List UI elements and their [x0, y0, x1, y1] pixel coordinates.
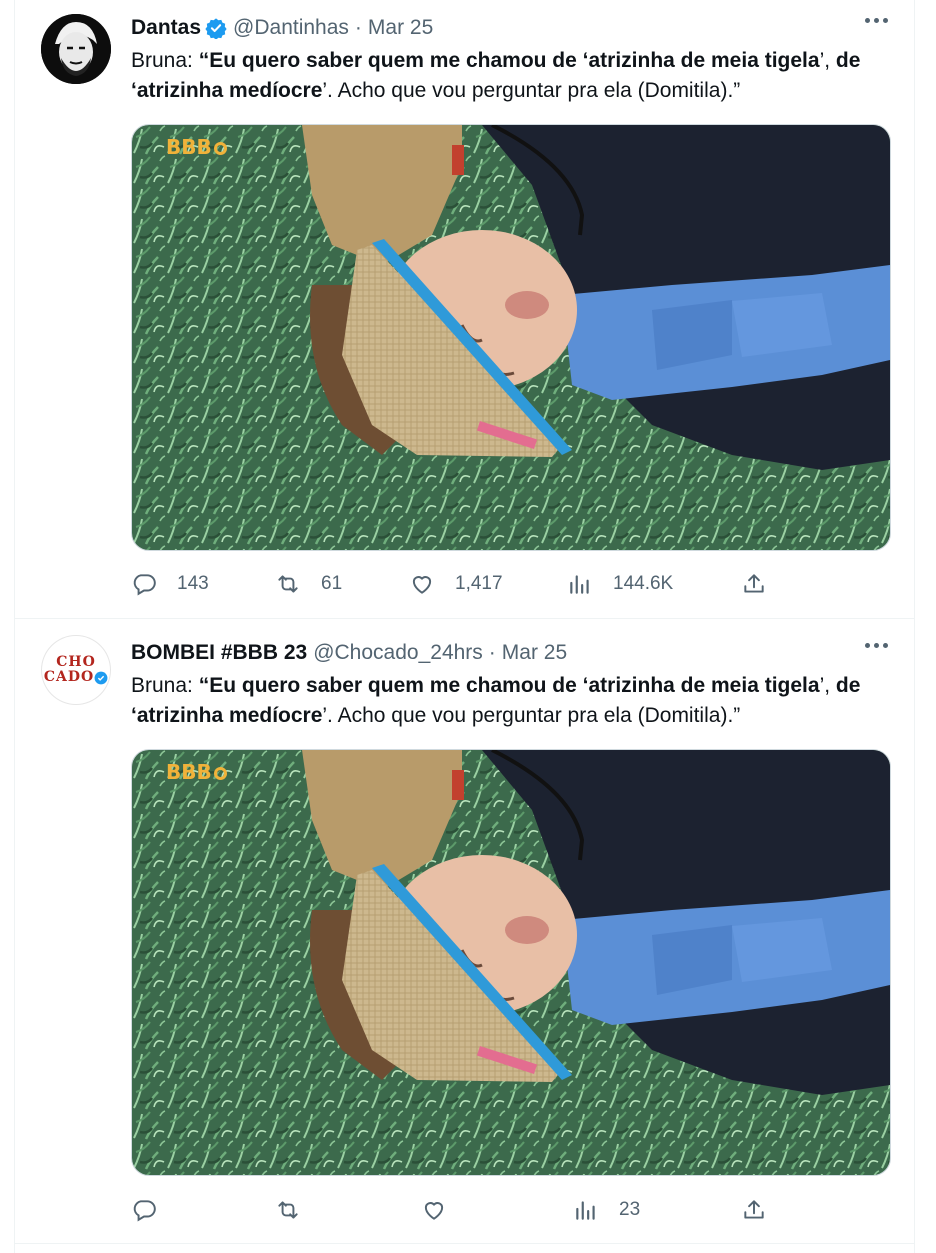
- tweet-text-plain-2: ’. Acho que vou perguntar pra ela (Domit…: [322, 704, 741, 727]
- separator-dot: ·: [488, 641, 496, 664]
- views-button[interactable]: 144.6K: [567, 568, 673, 600]
- author-handle[interactable]: @Chocado_24hrs: [313, 641, 483, 665]
- media-watermark: BBB: [166, 135, 227, 159]
- separator-dot: ·: [354, 16, 362, 39]
- tweet-text-bold-1: Eu quero saber quem me chamou de ‘atrizi…: [209, 49, 820, 72]
- author-name[interactable]: BOMBEI #BBB 23: [131, 641, 307, 665]
- retweet-button[interactable]: [275, 1194, 301, 1226]
- tweet[interactable]: CHO CADO BOMBEI #BBB 23 @Chocado_24hrs ·…: [15, 619, 914, 1244]
- author-name[interactable]: Dantas: [131, 16, 201, 40]
- avatar[interactable]: [41, 14, 111, 84]
- tweet-text-speaker: Bruna:: [131, 49, 193, 72]
- tweet[interactable]: Dantas @Dantinhas · Mar 25 Bruna: “Eu qu…: [15, 0, 914, 619]
- tweet-text-plain-2: ’. Acho que vou perguntar pra ela (Domit…: [322, 79, 741, 102]
- reply-icon: [133, 574, 156, 596]
- views-button[interactable]: 23: [573, 1194, 640, 1226]
- avatar-verified-icon: [94, 671, 108, 684]
- tweet-text-bold-1: Eu quero saber quem me chamou de ‘atrizi…: [209, 674, 820, 697]
- avatar-text-line-1: CHO: [56, 654, 96, 670]
- tweet-header: BOMBEI #BBB 23 @Chocado_24hrs · Mar 25: [131, 639, 567, 667]
- tweet-date[interactable]: Mar 25: [368, 16, 433, 40]
- tweet-text-open-quote: “: [198, 674, 210, 697]
- share-button[interactable]: [741, 568, 767, 600]
- heart-icon: [412, 576, 432, 594]
- views-count: 23: [619, 1199, 641, 1220]
- retweet-button[interactable]: 61: [275, 568, 342, 600]
- retweet-icon: [278, 575, 298, 593]
- verified-badge-icon: [205, 17, 227, 39]
- views-count: 144.6K: [613, 573, 674, 594]
- like-count: 1,417: [455, 573, 503, 594]
- media-watermark: BBB: [166, 760, 227, 784]
- timeline: Dantas @Dantinhas · Mar 25 Bruna: “Eu qu…: [14, 0, 915, 1253]
- tweet-text: Bruna: “Eu quero saber quem me chamou de…: [131, 671, 891, 731]
- tweet-text-plain-1: ’,: [819, 49, 836, 72]
- share-button[interactable]: [741, 1194, 767, 1226]
- more-dots-icon[interactable]: [865, 643, 888, 648]
- more-dots-icon[interactable]: [865, 18, 888, 23]
- tweet-media-image[interactable]: BBB: [131, 749, 891, 1176]
- tweet-text: Bruna: “Eu quero saber quem me chamou de…: [131, 46, 891, 106]
- tweet-actions: 23: [131, 1194, 891, 1226]
- tweet-text-speaker: Bruna:: [131, 674, 193, 697]
- retweet-icon: [278, 1201, 298, 1219]
- share-icon: [744, 574, 764, 593]
- reply-icon: [133, 1200, 156, 1222]
- tweet-date[interactable]: Mar 25: [502, 641, 567, 665]
- views-chart-icon: [570, 575, 589, 594]
- tweet-actions: 143 61 1,417 144.6K: [131, 568, 891, 600]
- tweet-text-plain-1: ’,: [819, 674, 836, 697]
- avatar-text-line-2: CADO: [43, 669, 95, 685]
- tweet-header: Dantas @Dantinhas · Mar 25: [131, 14, 433, 42]
- retweet-count: 61: [321, 573, 343, 594]
- reply-count: 143: [177, 573, 209, 594]
- like-button[interactable]: 1,417: [409, 568, 503, 600]
- share-icon: [744, 1200, 764, 1219]
- views-chart-icon: [576, 1201, 595, 1220]
- tweet-media-image[interactable]: BBB: [131, 124, 891, 551]
- reply-button[interactable]: 143: [131, 568, 209, 600]
- tweet-text-open-quote: “: [198, 49, 210, 72]
- reply-button[interactable]: [131, 1194, 157, 1226]
- heart-icon: [424, 1202, 444, 1220]
- author-handle[interactable]: @Dantinhas: [233, 16, 349, 40]
- avatar[interactable]: CHO CADO: [41, 635, 111, 705]
- like-button[interactable]: [421, 1194, 447, 1226]
